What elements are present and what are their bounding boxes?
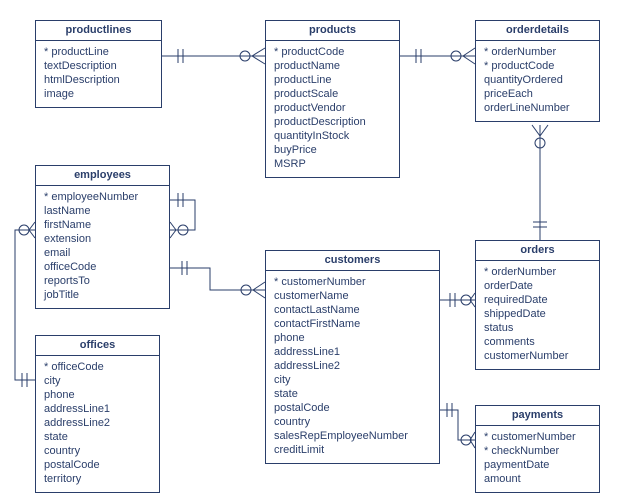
field: amount [484,472,591,486]
field: productLine [44,45,153,59]
field: addressLine1 [274,345,431,359]
field: productCode [274,45,391,59]
field: customerNumber [484,349,591,363]
entity-title: orders [476,241,599,261]
field: checkNumber [484,444,591,458]
field: country [274,415,431,429]
field-list: orderNumber productCode quantityOrdered … [476,41,599,121]
field: quantityOrdered [484,73,591,87]
field: comments [484,335,591,349]
field-list: customerNumber checkNumber paymentDate a… [476,426,599,492]
field-list: employeeNumber lastName firstName extens… [36,186,169,308]
field: htmlDescription [44,73,153,87]
er-diagram: productlines productLine textDescription… [0,0,626,500]
field-list: customerNumber customerName contactLastN… [266,271,439,463]
field: orderNumber [484,45,591,59]
field: MSRP [274,157,391,171]
field: contactFirstName [274,317,431,331]
field: city [44,374,151,388]
field: officeCode [44,360,151,374]
field: priceEach [484,87,591,101]
entity-title: offices [36,336,159,356]
field: reportsTo [44,274,161,288]
field: phone [44,388,151,402]
field: productDescription [274,115,391,129]
field: employeeNumber [44,190,161,204]
field: shippedDate [484,307,591,321]
entity-title: payments [476,406,599,426]
entity-title: products [266,21,399,41]
field: addressLine1 [44,402,151,416]
field-list: officeCode city phone addressLine1 addre… [36,356,159,492]
field: salesRepEmployeeNumber [274,429,431,443]
field: state [274,387,431,401]
field: phone [274,331,431,345]
field: productName [274,59,391,73]
field-list: productLine textDescription htmlDescript… [36,41,161,107]
field: orderNumber [484,265,591,279]
field: paymentDate [484,458,591,472]
field: orderDate [484,279,591,293]
field: creditLimit [274,443,431,457]
entity-products: products productCode productName product… [265,20,400,178]
field: lastName [44,204,161,218]
field: addressLine2 [274,359,431,373]
entity-title: productlines [36,21,161,41]
field: buyPrice [274,143,391,157]
field: quantityInStock [274,129,391,143]
field-list: productCode productName productLine prod… [266,41,399,177]
field: customerName [274,289,431,303]
field: postalCode [274,401,431,415]
entity-customers: customers customerNumber customerName co… [265,250,440,464]
field: firstName [44,218,161,232]
field: productVendor [274,101,391,115]
field: jobTitle [44,288,161,302]
field: city [274,373,431,387]
field: productLine [274,73,391,87]
entity-orderdetails: orderdetails orderNumber productCode qua… [475,20,600,122]
field-list: orderNumber orderDate requiredDate shipp… [476,261,599,369]
entity-offices: offices officeCode city phone addressLin… [35,335,160,493]
field: state [44,430,151,444]
entity-payments: payments customerNumber checkNumber paym… [475,405,600,493]
field: requiredDate [484,293,591,307]
entity-employees: employees employeeNumber lastName firstN… [35,165,170,309]
entity-title: employees [36,166,169,186]
field: country [44,444,151,458]
field: officeCode [44,260,161,274]
field: orderLineNumber [484,101,591,115]
entity-title: orderdetails [476,21,599,41]
field: addressLine2 [44,416,151,430]
field: extension [44,232,161,246]
entity-title: customers [266,251,439,271]
field: customerNumber [274,275,431,289]
field: status [484,321,591,335]
field: productCode [484,59,591,73]
field: textDescription [44,59,153,73]
field: postalCode [44,458,151,472]
field: image [44,87,153,101]
field: customerNumber [484,430,591,444]
field: productScale [274,87,391,101]
entity-orders: orders orderNumber orderDate requiredDat… [475,240,600,370]
entity-productlines: productlines productLine textDescription… [35,20,162,108]
field: email [44,246,161,260]
field: contactLastName [274,303,431,317]
field: territory [44,472,151,486]
